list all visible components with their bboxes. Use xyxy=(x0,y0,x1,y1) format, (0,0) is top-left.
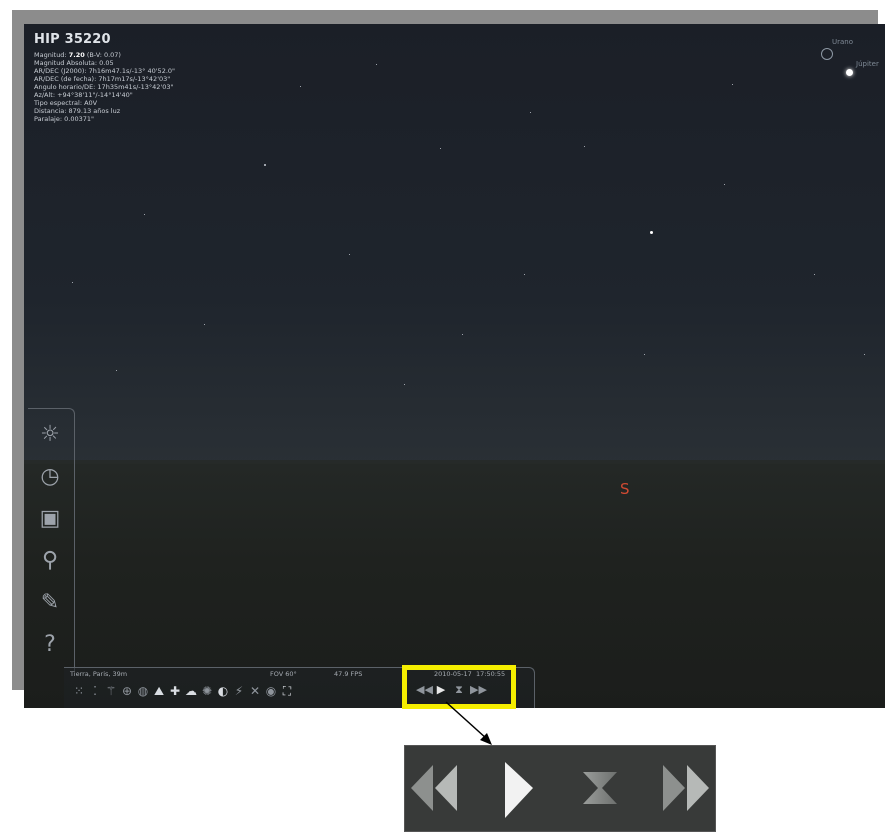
zoomed-controls-graphic xyxy=(411,762,709,818)
zoom-rewind-icon xyxy=(411,765,433,811)
zoom-rewind-icon-2 xyxy=(435,765,457,811)
zoom-forward-icon-2 xyxy=(687,765,709,811)
zoom-forward-icon xyxy=(663,765,685,811)
zoom-hourglass-icon xyxy=(583,772,617,804)
zoomed-time-controls xyxy=(404,745,716,832)
zoom-play-icon xyxy=(505,762,533,818)
callout-arrow xyxy=(445,701,492,745)
